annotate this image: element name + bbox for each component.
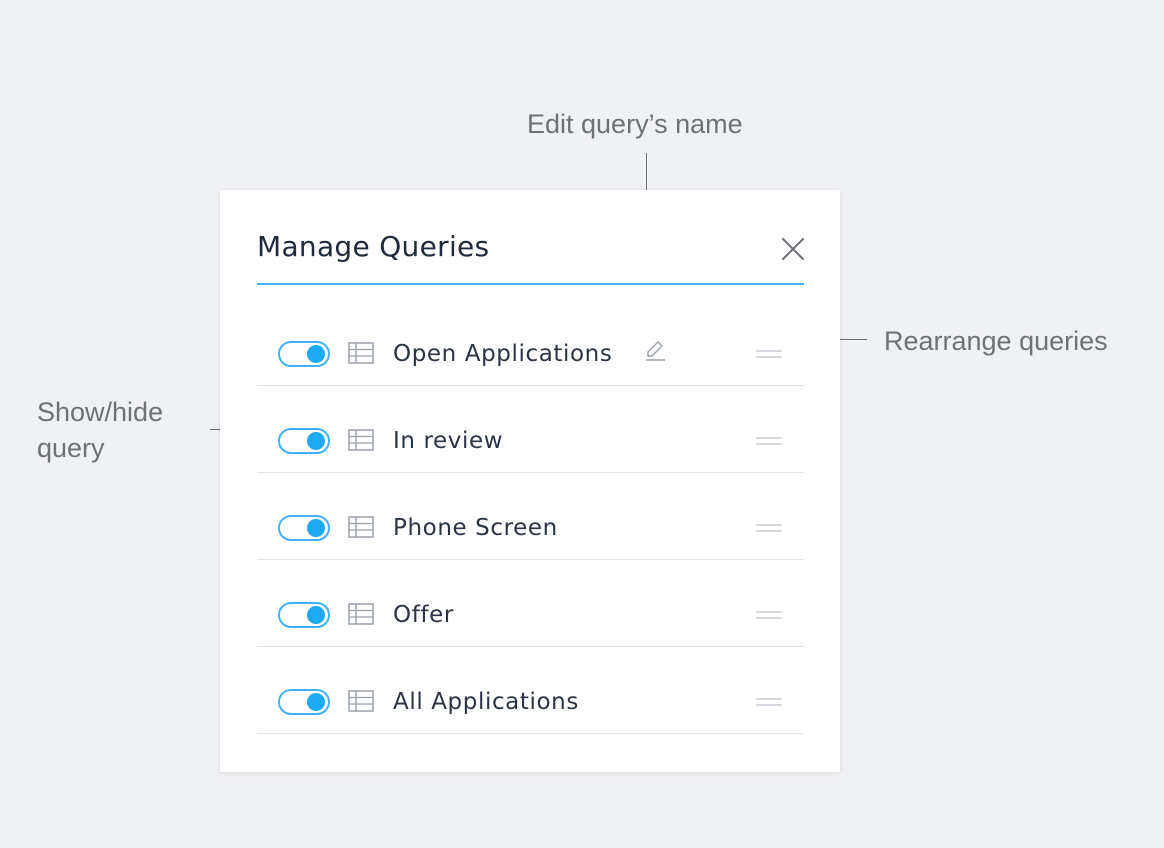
query-label: Open Applications xyxy=(393,341,613,367)
table-icon xyxy=(348,690,374,712)
drag-handle-icon[interactable] xyxy=(756,522,782,534)
toggle-knob xyxy=(307,432,325,450)
query-label: All Applications xyxy=(393,689,579,715)
annotation-show-hide-line1: Show/hide xyxy=(37,397,164,427)
toggle-knob xyxy=(307,606,325,624)
visibility-toggle[interactable] xyxy=(278,428,330,454)
table-icon xyxy=(348,603,374,625)
annotation-show-hide-line2: query xyxy=(37,433,105,463)
visibility-toggle[interactable] xyxy=(278,515,330,541)
query-row-offer: Offer xyxy=(257,560,804,647)
annotation-edit-name: Edit query’s name xyxy=(527,109,743,139)
toggle-knob xyxy=(307,693,325,711)
query-row-in-review: In review xyxy=(257,386,804,473)
drag-handle-icon[interactable] xyxy=(756,609,782,621)
query-row-all-applications: All Applications xyxy=(257,647,804,734)
query-row-open-applications: Open Applications xyxy=(257,299,804,386)
query-label: Offer xyxy=(393,602,454,628)
query-label: In review xyxy=(393,428,504,454)
drag-handle-icon[interactable] xyxy=(756,696,782,708)
toggle-knob xyxy=(307,519,325,537)
query-row-phone-screen: Phone Screen xyxy=(257,473,804,560)
annotation-rearrange: Rearrange queries xyxy=(884,326,1108,356)
visibility-toggle[interactable] xyxy=(278,341,330,367)
table-icon xyxy=(348,516,374,538)
pencil-icon[interactable] xyxy=(643,339,667,363)
visibility-toggle[interactable] xyxy=(278,689,330,715)
title-divider xyxy=(257,283,804,285)
annotation-show-hide: Show/hide query xyxy=(37,394,163,466)
close-icon[interactable] xyxy=(780,236,806,262)
drag-handle-icon[interactable] xyxy=(756,348,782,360)
table-icon xyxy=(348,342,374,364)
query-label: Phone Screen xyxy=(393,515,558,541)
visibility-toggle[interactable] xyxy=(278,602,330,628)
table-icon xyxy=(348,429,374,451)
toggle-knob xyxy=(307,345,325,363)
drag-handle-icon[interactable] xyxy=(756,435,782,447)
dialog-title: Manage Queries xyxy=(257,230,490,263)
manage-queries-dialog: Manage Queries Open Applications In revi… xyxy=(220,190,840,772)
